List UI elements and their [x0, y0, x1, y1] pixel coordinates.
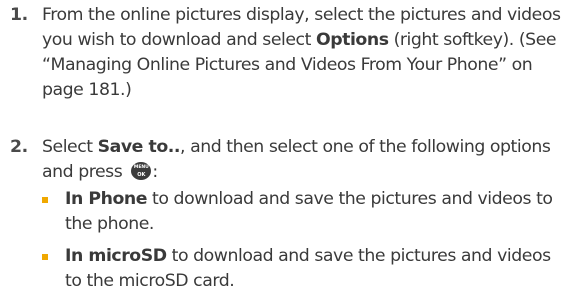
menu-ok-key-icon: MENU OK [131, 162, 152, 180]
option-term: In microSD [65, 246, 167, 266]
bullet-icon [42, 254, 48, 260]
step-text-start: Select [42, 137, 98, 157]
step-2: 2. Select Save to.., and then select one… [0, 135, 570, 294]
step-number: 1. [10, 5, 28, 25]
step-text: Select Save to.., and then select one of… [42, 135, 570, 294]
option-term: In Phone [65, 189, 148, 209]
option-in-phone: In Phone to download and save the pictur… [42, 187, 570, 237]
instruction-page: 1. From the online pictures display, sel… [0, 0, 575, 306]
options-term: Options [315, 30, 389, 50]
step-text-end: : [152, 162, 158, 182]
step-text: From the online pictures display, select… [42, 3, 570, 103]
step-1: 1. From the online pictures display, sel… [0, 3, 570, 103]
options-list: In Phone to download and save the pictur… [42, 187, 570, 294]
step-instruction: Select Save to.., and then select one of… [42, 135, 570, 185]
step-number: 2. [10, 137, 28, 157]
save-to-term: Save to.. [97, 137, 181, 157]
option-in-microsd: In microSD to download and save the pict… [42, 244, 570, 294]
bullet-icon [42, 197, 48, 203]
